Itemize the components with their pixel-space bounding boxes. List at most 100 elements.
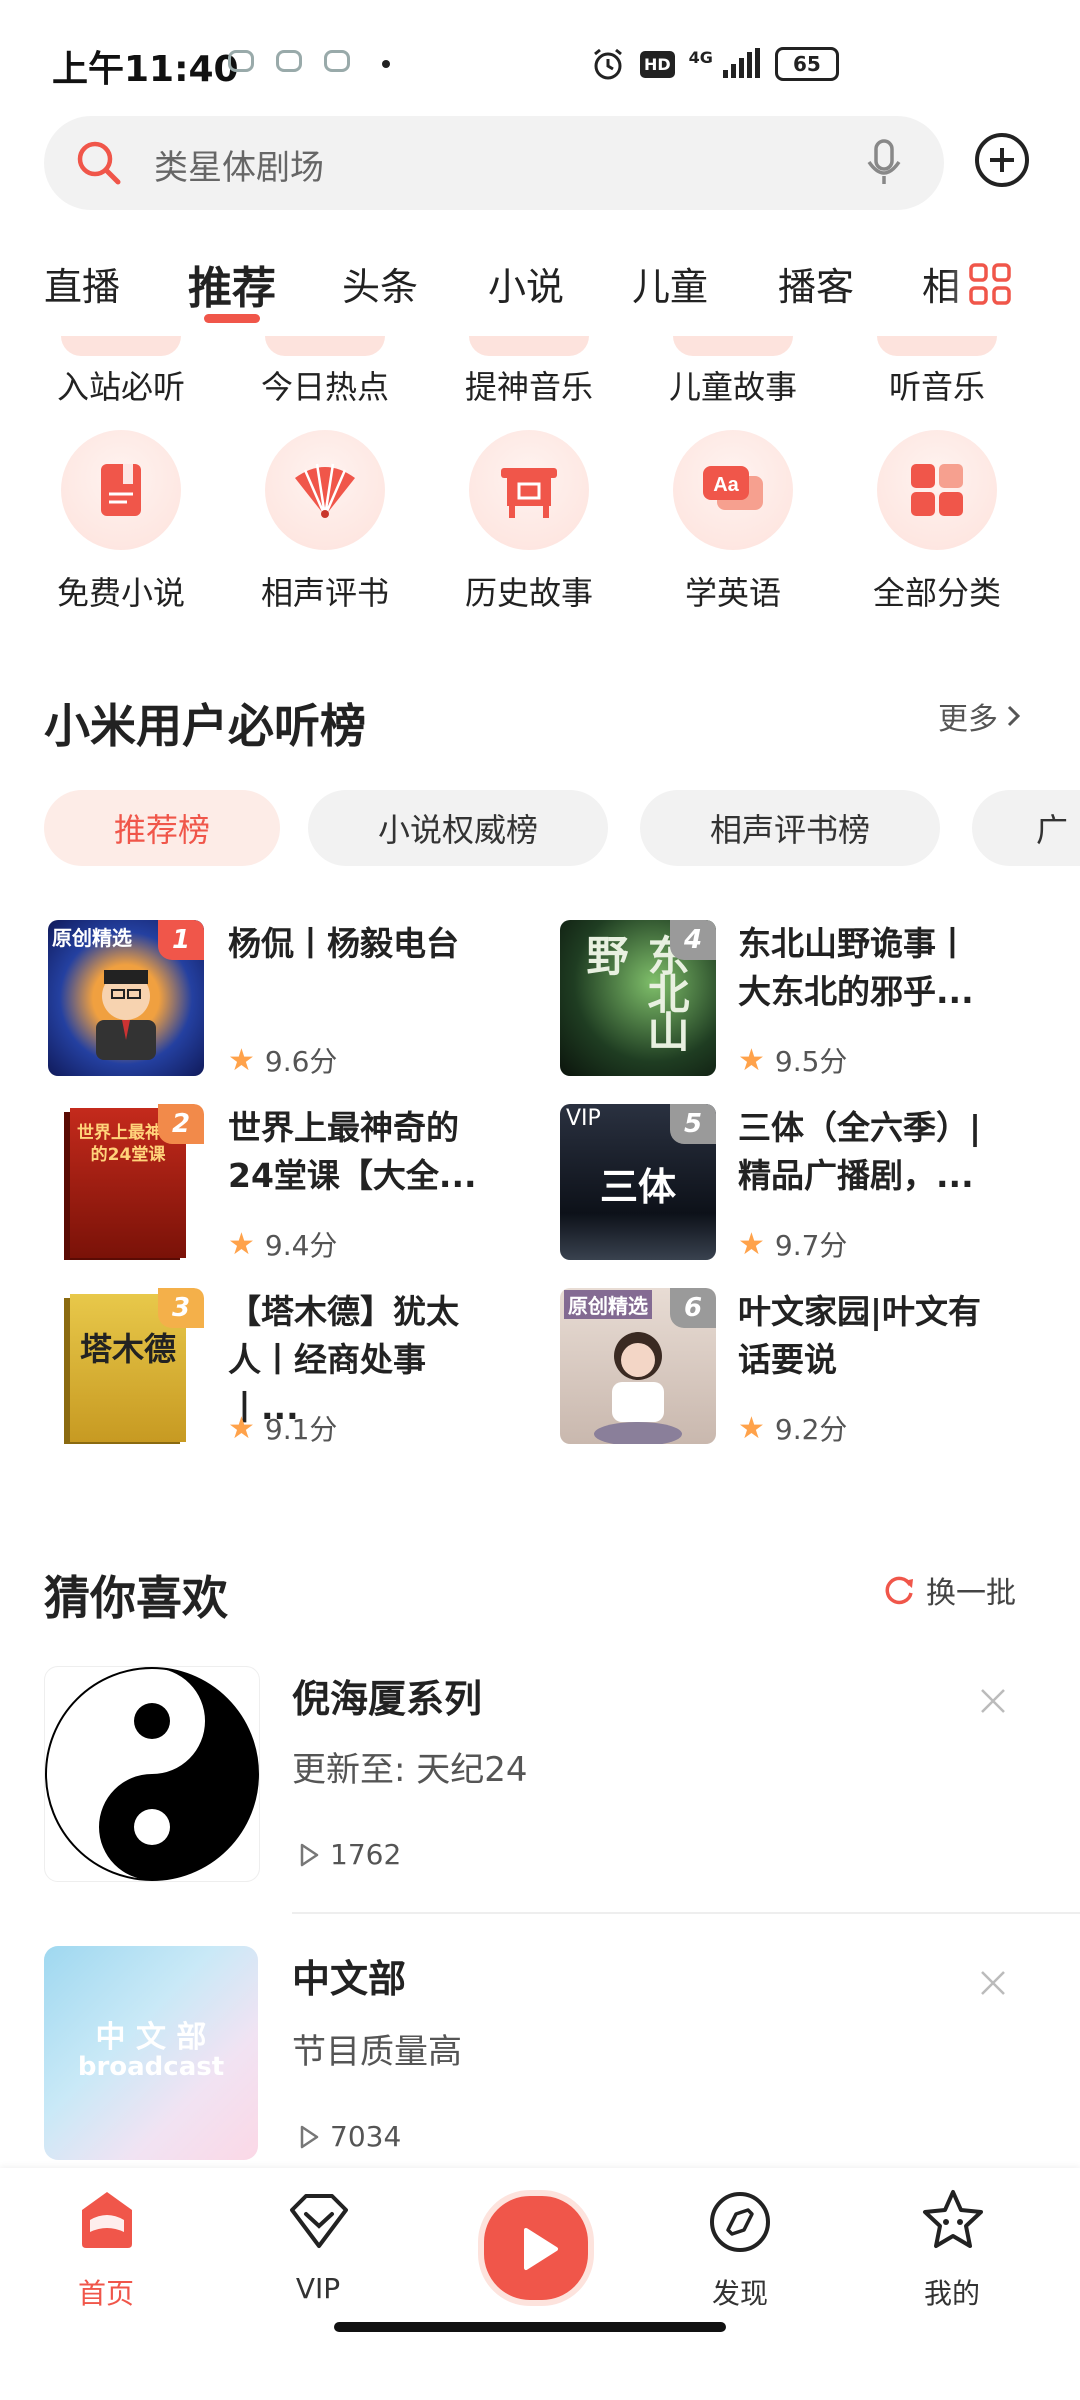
rank-badge: 3 [158, 1288, 204, 1328]
more-label: 更多 [938, 702, 998, 737]
add-icon[interactable] [972, 130, 1032, 190]
refresh-icon [885, 1576, 913, 1605]
refresh-button[interactable]: 换一批 [882, 1568, 1016, 1612]
chip-label: 广 [1036, 811, 1069, 849]
more-notifications-icon [382, 60, 390, 68]
category-icon-partial [61, 336, 181, 356]
home-icon [82, 2192, 132, 2248]
category-kids-stories[interactable]: 儿童故事 [633, 362, 833, 408]
microphone-icon[interactable] [864, 138, 904, 188]
category-icon-partial [673, 336, 793, 356]
category-english-button[interactable]: Aa [673, 430, 793, 550]
player-button[interactable] [478, 2190, 594, 2306]
cover-text: 三体 [599, 1165, 676, 1209]
svg-text:Aa: Aa [713, 474, 739, 496]
ranking-item-cover[interactable]: VIP 三体 5 [560, 1104, 716, 1260]
tab-podcast[interactable]: 播客 [778, 256, 854, 311]
close-icon[interactable] [978, 1968, 1008, 1998]
ranking-item-title[interactable]: 东北山野诡事丨大东北的邪乎... [738, 920, 998, 1016]
rec-item-cover[interactable] [44, 1666, 260, 1882]
ranking-more-link[interactable]: 更多 [938, 694, 1022, 738]
ranking-item-score: ★ 9.7分 [738, 1224, 847, 1264]
rec-item-title[interactable]: 中文部 [292, 1948, 406, 2003]
play-icon [524, 2228, 558, 2270]
chip-crosstalk-list[interactable]: 相声评书榜 [640, 790, 940, 866]
category-icon-partial [265, 336, 385, 356]
category-crosstalk-button[interactable] [265, 430, 385, 550]
signal-icon [722, 48, 760, 78]
category-energizing-music[interactable]: 提神音乐 [429, 362, 629, 408]
ranking-item-score: ★ 9.4分 [228, 1224, 337, 1264]
battery-icon: 65 [774, 47, 839, 81]
rank-badge: 2 [158, 1104, 204, 1144]
rank-badge: 4 [670, 920, 716, 960]
ranking-item-score: ★ 9.2分 [738, 1408, 847, 1448]
rank-badge: 1 [158, 920, 204, 960]
score-value: 9.4分 [264, 1229, 338, 1262]
tab-novels[interactable]: 小说 [488, 256, 564, 311]
ranking-item-cover[interactable]: 原创精选 6 [560, 1288, 716, 1444]
cover-text: 塔木德 [79, 1330, 176, 1368]
ranking-item-cover[interactable]: 东北山野 4 [560, 920, 716, 1076]
rec-item-cover[interactable]: 中 文 部 broadcast [44, 1946, 258, 2160]
ranking-item-title[interactable]: 世界上最神奇的24堂课【大全... [228, 1104, 488, 1200]
tab-recommend[interactable]: 推荐 [188, 252, 276, 316]
star-icon: ★ [228, 1042, 255, 1078]
tab-children[interactable]: 儿童 [632, 256, 708, 311]
cover-tag: 原创精选 [52, 926, 132, 950]
category-icon-partial [877, 336, 997, 356]
play-count: 7034 [330, 2120, 402, 2153]
chevron-right-icon [1007, 705, 1021, 727]
ranking-item-title[interactable]: 三体（全六季）| 精品广播剧，... [738, 1104, 998, 1200]
book-icon [101, 464, 141, 516]
tabs-fade [946, 240, 1080, 340]
ranking-item-cover[interactable]: 世界上最神奇的24堂课 2 [48, 1104, 204, 1260]
play-count: 1762 [330, 1838, 402, 1871]
profile-star-icon [923, 2190, 983, 2248]
star-icon: ★ [738, 1410, 765, 1446]
guess-title: 猜你喜欢 [44, 1571, 228, 1625]
ranking-item-cover[interactable]: 塔木德 3 [48, 1288, 204, 1444]
category-all-button[interactable] [877, 430, 997, 550]
score-value: 9.2分 [774, 1413, 848, 1446]
search-bar[interactable]: 类星体剧场 [44, 116, 944, 210]
cover-avatar-illustration [96, 970, 156, 1060]
chip-more-list[interactable]: 广 [972, 790, 1080, 866]
chip-recommend-list[interactable]: 推荐榜 [44, 790, 280, 866]
rec-item-plays: 1762 [298, 1838, 401, 1871]
vip-icon [290, 2194, 348, 2248]
category-entry-must-listen[interactable]: 入站必听 [21, 362, 221, 408]
nav-label: 我的 [923, 2277, 980, 2310]
ranking-item-title[interactable]: 杨侃丨杨毅电台 [228, 920, 488, 968]
ranking-item-cover[interactable]: 原创精选 1 [48, 920, 204, 1076]
category-today-hot[interactable]: 今日热点 [225, 362, 425, 408]
all-categories-icon [911, 464, 963, 516]
chip-label: 相声评书榜 [709, 811, 870, 849]
rec-item-subtitle: 更新至: 天纪24 [292, 1750, 528, 1790]
english-icon: Aa [703, 466, 763, 510]
tab-live[interactable]: 直播 [44, 256, 120, 311]
rec-item-title[interactable]: 倪海厦系列 [292, 1668, 482, 1723]
close-icon[interactable] [978, 1686, 1008, 1716]
tab-headlines[interactable]: 头条 [342, 256, 418, 311]
category-music[interactable]: 听音乐 [837, 362, 1037, 408]
search-placeholder: 类星体剧场 [154, 148, 324, 188]
nav-label: 发现 [711, 2277, 768, 2310]
chip-novel-list[interactable]: 小说权威榜 [308, 790, 608, 866]
ranking-title: 小米用户必听榜 [44, 699, 366, 753]
status-right: HD 4G 65 [590, 44, 839, 84]
all-channels-grid-icon[interactable] [968, 262, 1012, 306]
chip-label: 推荐榜 [113, 811, 210, 849]
star-icon: ★ [228, 1410, 255, 1446]
category-history-button[interactable] [469, 430, 589, 550]
cover-subtext: broadcast [77, 2052, 225, 2082]
category-free-novels-button[interactable] [61, 430, 181, 550]
play-count-icon [300, 2125, 319, 2148]
star-icon: ★ [738, 1226, 765, 1262]
score-value: 9.1分 [264, 1413, 338, 1446]
alarm-icon [594, 48, 622, 80]
cover-text: 中 文 部 [95, 2020, 207, 2055]
cover-tag: 原创精选 [564, 1290, 652, 1319]
bronze-vessel-icon [501, 468, 557, 518]
ranking-item-title[interactable]: 叶文家园|叶文有话要说 [738, 1288, 998, 1384]
